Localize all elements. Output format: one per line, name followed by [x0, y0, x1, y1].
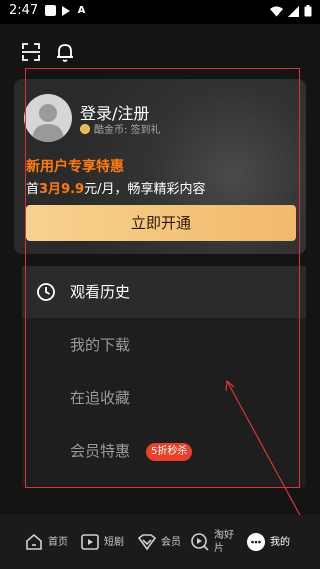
coin-icon [80, 123, 90, 134]
promo-months: 3月 [39, 182, 62, 197]
nav-label: 淘好片 [214, 529, 234, 555]
bell-icon[interactable] [54, 41, 76, 63]
nav-item-short-drama[interactable]: 短剧 [80, 515, 124, 569]
promo-line: 首3月9.9元/月，畅享精彩内容 [26, 178, 205, 197]
coin-row[interactable]: 酷金币: 签到礼 [80, 121, 161, 136]
bottom-nav: 首页 短剧 会员 淘好片 我的 [0, 515, 320, 569]
settings-notification-icon [45, 5, 56, 16]
user-card: 登录/注册 酷金币: 签到礼 新用户专享特惠 首3月9.9元/月，畅享精彩内容 … [14, 79, 306, 254]
menu-panel: 观看历史 我的下载 在追收藏 会员特惠 5折秒杀 [22, 266, 306, 488]
play-icon [81, 534, 99, 550]
default-avatar-icon [32, 104, 64, 142]
menu-item-downloads[interactable]: 我的下载 [22, 319, 306, 371]
play-notification-icon [62, 6, 70, 16]
nav-label: 会员 [161, 536, 181, 548]
menu-item-favorites[interactable]: 在追收藏 [22, 372, 306, 424]
nav-label-line1: 淘好 [214, 530, 234, 541]
font-notification-icon: A [77, 5, 86, 16]
notification-icons: A [45, 5, 87, 16]
nav-item-home[interactable]: 首页 [24, 515, 68, 569]
menu-item-label: 观看历史 [70, 283, 131, 301]
top-bar [0, 24, 320, 80]
avatar[interactable] [24, 94, 72, 142]
status-time: 2:47 [9, 3, 39, 18]
menu-item-label: 在追收藏 [70, 389, 131, 407]
profile-icon [247, 533, 265, 551]
sale-badge: 5折秒杀 [146, 443, 193, 461]
status-bar: 2:47 A [0, 0, 320, 24]
discover-icon [191, 533, 209, 551]
promo-price: 9.9 [61, 182, 85, 197]
nav-item-mine[interactable]: 我的 [246, 515, 290, 569]
menu-item-label: 我的下载 [70, 336, 131, 354]
clock-icon [37, 283, 55, 301]
signal-icon [288, 5, 299, 17]
nav-item-discover[interactable]: 淘好片 [190, 515, 234, 569]
nav-label-line2: 片 [214, 543, 224, 554]
scan-icon[interactable] [20, 41, 42, 63]
home-icon [26, 533, 42, 550]
battery-icon [304, 5, 312, 17]
open-membership-button[interactable]: 立即开通 [26, 205, 296, 241]
menu-item-vip-deals[interactable]: 会员特惠 5折秒杀 [22, 425, 306, 477]
nav-item-vip[interactable]: 会员 [137, 515, 181, 569]
promo-title: 新用户专享特惠 [26, 159, 124, 175]
promo-prefix: 首 [26, 182, 40, 197]
coin-text: 酷金币: 签到礼 [94, 125, 161, 136]
nav-label: 首页 [48, 536, 68, 548]
nav-label: 我的 [270, 536, 290, 548]
wifi-icon [270, 6, 283, 16]
nav-label: 短剧 [104, 536, 124, 548]
promo-suffix: 元/月，畅享精彩内容 [84, 182, 206, 197]
system-icons [270, 5, 312, 17]
vip-icon [137, 534, 157, 551]
menu-item-label: 会员特惠 [70, 442, 131, 460]
menu-item-watch-history[interactable]: 观看历史 [22, 266, 306, 318]
